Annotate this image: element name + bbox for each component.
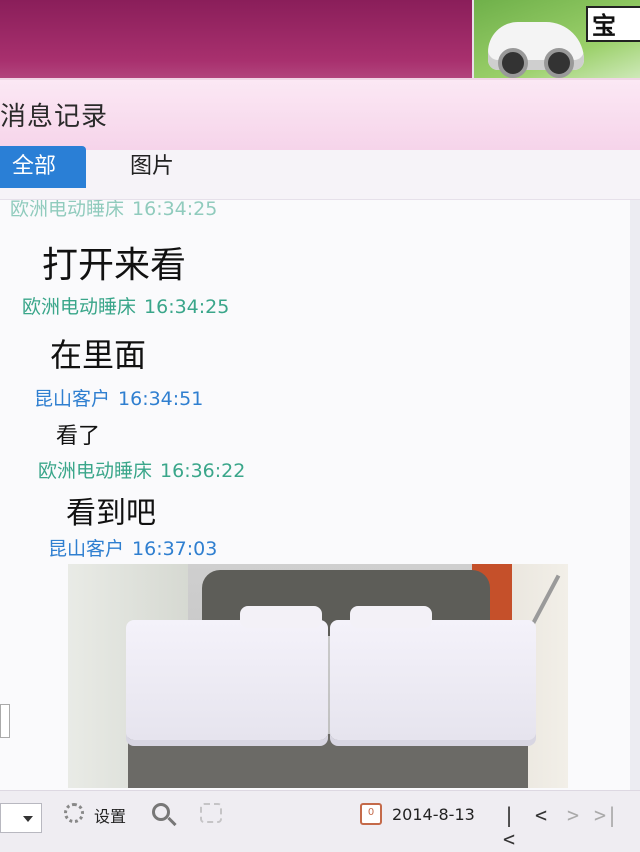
message-text: 看到吧 xyxy=(66,496,156,531)
tab-all[interactable]: 全部 xyxy=(0,146,86,188)
side-control[interactable] xyxy=(0,704,10,738)
tab-pictures[interactable]: 图片 xyxy=(118,146,186,188)
bottom-toolbar: 设置 0 2014-8-13 |< < > >| xyxy=(0,790,640,852)
message-time: 16:34:51 xyxy=(118,388,204,410)
message-header-partial: 欧洲电动睡床 16:34:25 xyxy=(10,200,217,221)
message-header: 昆山客户 16:37:03 xyxy=(48,534,217,561)
speaker-icon[interactable] xyxy=(200,803,222,823)
last-page-button[interactable]: >| xyxy=(594,803,618,827)
sender-name: 欧洲电动睡床 xyxy=(10,200,125,220)
message-header: 欧洲电动睡床 16:34:25 xyxy=(22,292,229,319)
photo-pillow xyxy=(240,606,322,628)
date-label: 2014-8-13 xyxy=(392,805,475,824)
sender-name: 昆山客户 xyxy=(34,388,111,410)
scrollbar[interactable] xyxy=(630,200,640,790)
photo-bed-frame xyxy=(128,734,528,788)
message-time: 16:34:25 xyxy=(132,200,218,220)
calendar-icon[interactable]: 0 xyxy=(360,803,382,825)
shared-photo-beds[interactable] xyxy=(68,564,568,788)
photo-bed-right xyxy=(330,620,536,740)
message-text: 在里面 xyxy=(50,336,147,374)
message-text: 打开来看 xyxy=(42,245,187,286)
search-icon[interactable] xyxy=(152,803,170,821)
settings-button[interactable]: 设置 xyxy=(94,803,126,827)
tab-bar xyxy=(0,150,640,200)
photo-bed-left xyxy=(126,620,328,740)
font-dropdown[interactable] xyxy=(0,803,42,833)
gear-icon[interactable] xyxy=(64,803,84,823)
sender-name: 欧洲电动睡床 xyxy=(38,460,153,482)
next-page-button[interactable]: > xyxy=(562,803,584,827)
ad-text: 宝 xyxy=(586,6,640,42)
prev-page-button[interactable]: < xyxy=(530,803,552,827)
message-history-window: 消息记录 全部 图片 欧洲电动睡床 16:34:25 打开来看 欧洲电动睡床 16:… xyxy=(0,78,640,852)
message-header: 昆山客户 16:34:51 xyxy=(34,384,203,411)
message-time: 16:37:03 xyxy=(132,538,218,560)
message-time: 16:36:22 xyxy=(160,460,246,482)
sender-name: 昆山客户 xyxy=(48,538,125,560)
title-bar: 消息记录 xyxy=(0,80,640,150)
sender-name: 欧洲电动睡床 xyxy=(22,296,137,318)
ad-banner[interactable]: 宝 xyxy=(472,0,640,88)
message-time: 16:34:25 xyxy=(144,296,230,318)
photo-pillow xyxy=(350,606,432,628)
message-text: 看了 xyxy=(56,424,101,449)
window-title: 消息记录 xyxy=(0,102,109,132)
message-header: 欧洲电动睡床 16:36:22 xyxy=(38,456,245,483)
car-image xyxy=(488,22,584,78)
first-page-button[interactable]: |< xyxy=(498,803,520,851)
